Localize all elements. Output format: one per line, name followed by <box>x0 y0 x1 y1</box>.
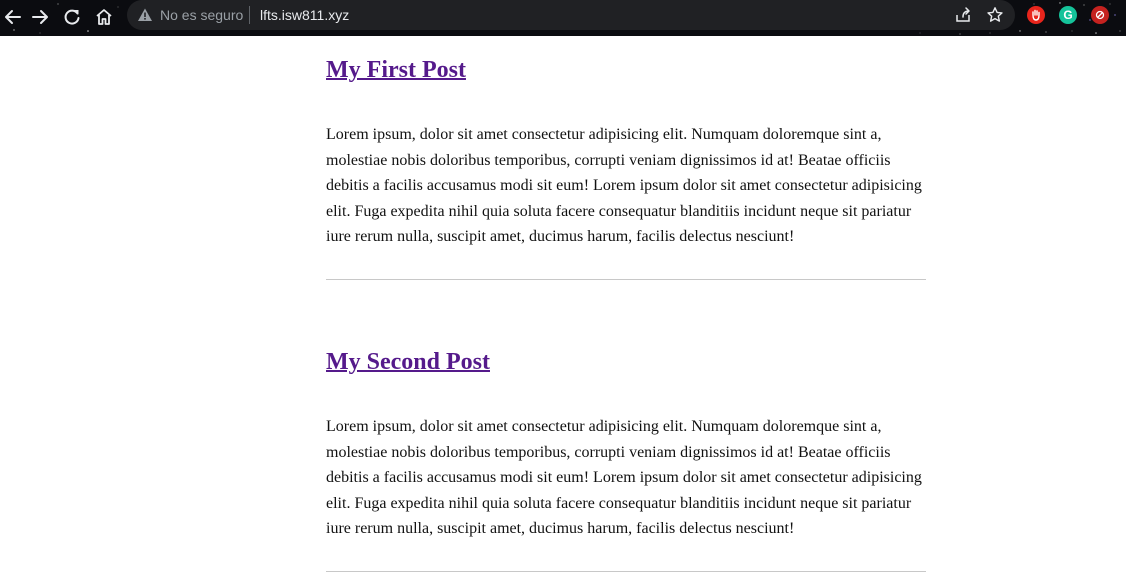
adblock-extension-icon[interactable] <box>1027 6 1045 24</box>
red-extension-icon[interactable] <box>1091 6 1109 24</box>
reload-icon <box>64 9 80 25</box>
post-article: My Second Post Lorem ipsum, dolor sit am… <box>326 348 926 572</box>
grammarly-extension-icon[interactable]: G <box>1059 6 1077 24</box>
post-divider <box>326 571 926 572</box>
grammarly-glyph: G <box>1063 8 1073 22</box>
back-arrow-icon <box>5 10 21 24</box>
browser-toolbar: No es seguro lfts.isw811.xyz G <box>0 0 1126 36</box>
home-icon <box>96 9 112 25</box>
reload-button[interactable] <box>59 4 85 30</box>
post-title: My Second Post <box>326 348 490 376</box>
hand-icon <box>1032 9 1040 21</box>
back-button[interactable] <box>0 4 26 30</box>
share-icon <box>956 7 970 22</box>
no-symbol-icon <box>1095 10 1105 20</box>
share-button[interactable] <box>953 5 973 25</box>
post-title: My First Post <box>326 56 466 84</box>
post-excerpt: Lorem ipsum, dolor sit amet consectetur … <box>326 418 922 537</box>
post-article: My First Post Lorem ipsum, dolor sit ame… <box>326 56 926 280</box>
post-title-link[interactable]: My Second Post <box>326 349 490 375</box>
address-separator <box>249 6 250 24</box>
home-button[interactable] <box>91 4 117 30</box>
post-divider <box>326 279 926 280</box>
warning-triangle-icon <box>138 8 152 21</box>
address-bar[interactable]: No es seguro lfts.isw811.xyz <box>127 0 1015 30</box>
bookmark-button[interactable] <box>985 5 1005 25</box>
forward-button[interactable] <box>27 4 53 30</box>
forward-arrow-icon <box>32 10 48 24</box>
post-title-link[interactable]: My First Post <box>326 57 466 83</box>
url-text[interactable]: lfts.isw811.xyz <box>260 6 349 24</box>
star-icon <box>987 7 1003 22</box>
security-status[interactable]: No es seguro <box>160 6 243 24</box>
post-excerpt: Lorem ipsum, dolor sit amet consectetur … <box>326 126 922 245</box>
